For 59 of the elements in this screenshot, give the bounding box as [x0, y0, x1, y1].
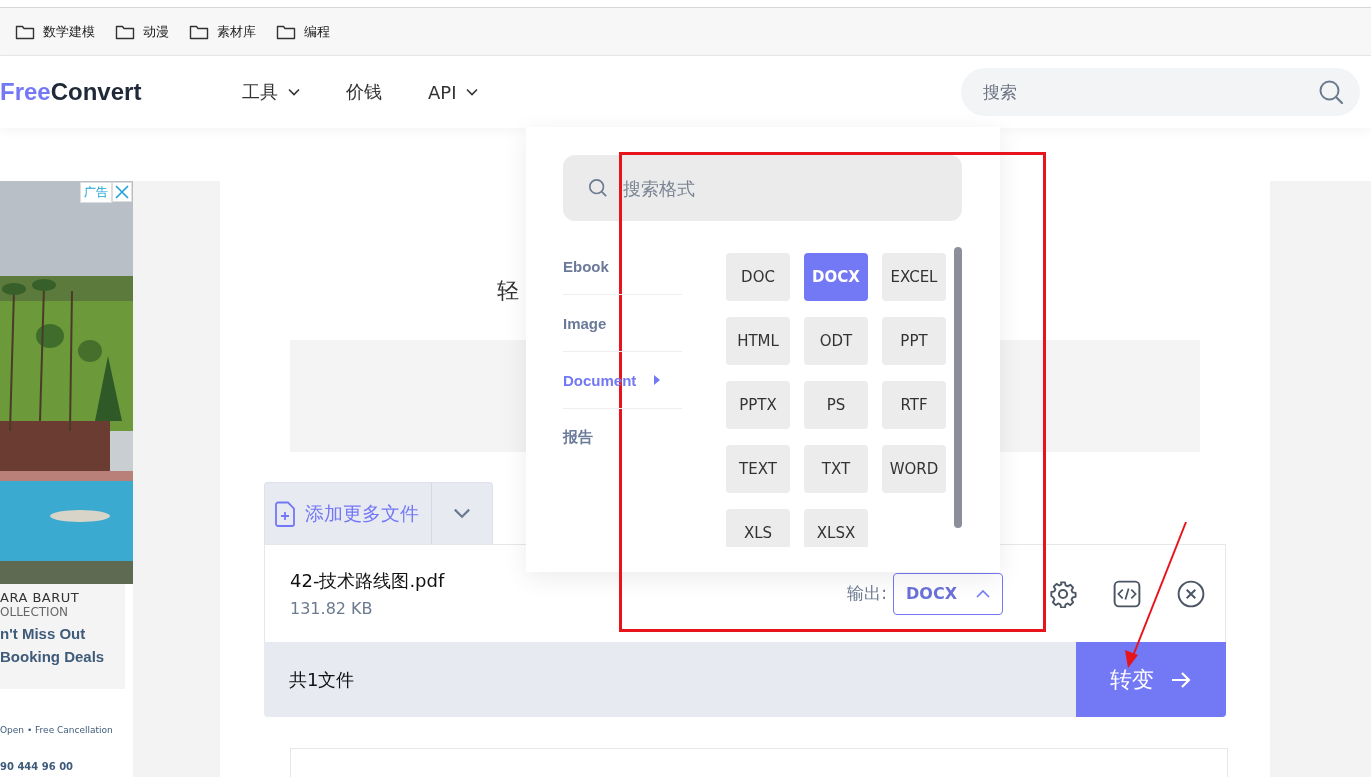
file-name: 42-技术路线图.pdf — [290, 569, 446, 593]
nav-link[interactable]: API — [428, 81, 479, 103]
nav-link[interactable]: 价钱 — [346, 80, 382, 104]
file-count: 共1文件 — [289, 667, 356, 692]
format-option[interactable]: TXT — [804, 445, 868, 493]
category-item[interactable]: Ebook — [563, 238, 682, 295]
arrow-right-icon — [1170, 669, 1192, 690]
format-option[interactable]: TEXT — [726, 445, 790, 493]
file-size: 131.82 KB — [290, 599, 374, 618]
folder-icon — [189, 23, 209, 40]
format-select[interactable]: DOCX — [893, 572, 1003, 615]
caret-icon — [976, 589, 990, 598]
format-option[interactable]: XLSX — [804, 509, 868, 547]
code-icon[interactable] — [1113, 579, 1141, 608]
search-icon[interactable] — [1318, 79, 1344, 105]
ad-headline: n't Miss Out — [0, 625, 86, 642]
search-icon — [588, 178, 608, 198]
format-option[interactable]: XLS — [726, 509, 790, 547]
format-search-field[interactable]: 搜索格式 — [563, 155, 962, 221]
folder-icon — [276, 23, 296, 40]
logo[interactable]: FreeConvert — [0, 78, 242, 106]
scrollbar[interactable] — [954, 247, 962, 528]
nav-link[interactable]: 工具 — [242, 80, 300, 104]
brand-subtitle: OLLECTION — [0, 605, 69, 619]
brand-name: ARA BARUT — [0, 590, 80, 605]
ad-label: 广告 — [80, 182, 112, 203]
format-option[interactable]: PPT — [882, 317, 946, 365]
bookmark-link[interactable]: 编程 — [276, 22, 330, 41]
settings-icon[interactable] — [1049, 579, 1077, 608]
chevron-down-icon — [453, 508, 471, 519]
category-item[interactable]: 报告 — [563, 409, 682, 465]
chevron-down-icon — [288, 88, 300, 96]
search-field[interactable]: 搜索 — [961, 68, 1360, 116]
folder-icon — [115, 23, 135, 40]
format-option[interactable]: EXCEL — [882, 253, 946, 301]
output-label: 输出: — [847, 582, 887, 605]
page-title: 轻 — [497, 277, 519, 305]
format-option[interactable]: PPTX — [726, 381, 790, 429]
ad-features: Open • Free Cancellation — [0, 725, 113, 735]
format-option[interactable]: HTML — [726, 317, 790, 365]
ad-headline: Booking Deals — [0, 648, 105, 665]
convert-button[interactable]: 转变 — [1076, 642, 1226, 717]
bookmark-link[interactable]: 动漫 — [115, 22, 169, 41]
format-option[interactable]: DOCX — [804, 253, 868, 301]
format-option[interactable]: ODT — [804, 317, 868, 365]
file-plus-icon — [275, 500, 297, 527]
bookmark-link[interactable]: 素材库 — [189, 22, 256, 41]
category-item[interactable]: Image — [563, 295, 682, 352]
chevron-down-icon — [466, 88, 479, 96]
format-option[interactable]: DOC — [726, 253, 790, 301]
folder-icon — [15, 23, 35, 40]
format-option[interactable]: PS — [804, 381, 868, 429]
close-icon[interactable] — [112, 182, 132, 202]
bookmark-link[interactable]: 数学建模 — [15, 22, 95, 41]
format-option[interactable]: WORD — [882, 445, 946, 493]
format-option[interactable]: RTF — [882, 381, 946, 429]
remove-icon[interactable] — [1177, 579, 1205, 608]
phone-number: 90 444 96 00 — [0, 761, 74, 772]
caret-right-icon — [654, 375, 661, 385]
